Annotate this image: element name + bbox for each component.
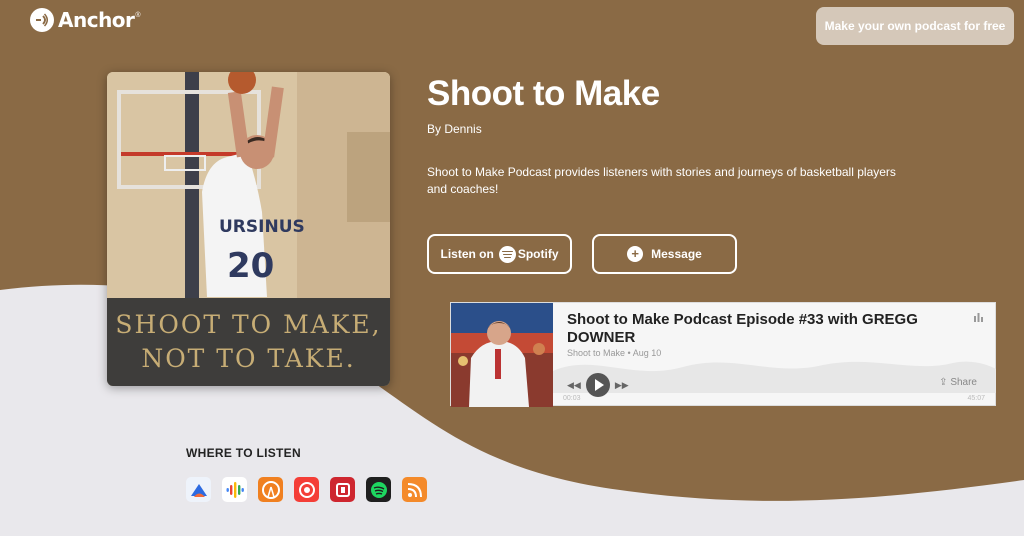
episode-player[interactable]: Shoot to Make Podcast Episode #33 with G… bbox=[450, 302, 996, 407]
anchor-logo-icon bbox=[30, 8, 54, 32]
spotify-icon[interactable] bbox=[366, 477, 391, 502]
listen-on-spotify-button[interactable]: Listen on Spotify bbox=[427, 234, 572, 274]
episode-title[interactable]: Shoot to Make Podcast Episode #33 with G… bbox=[567, 311, 967, 347]
make-podcast-button[interactable]: Make your own podcast for free bbox=[816, 7, 1014, 45]
share-label: Share bbox=[950, 377, 977, 388]
listen-on-label: Listen on bbox=[440, 247, 494, 261]
message-plus-icon: + bbox=[627, 246, 644, 262]
where-to-listen-heading: WHERE TO LISTEN bbox=[186, 446, 301, 460]
pocket-casts-icon[interactable] bbox=[294, 477, 319, 502]
podcast-title: Shoot to Make bbox=[427, 74, 660, 113]
cover-text-line-1: SHOOT TO MAKE, bbox=[115, 310, 382, 339]
audio-bars-icon bbox=[974, 313, 983, 322]
podcast-cover-art: URSINUS 20 SHOOT TO MAKE, NOT TO TAKE. bbox=[107, 72, 390, 386]
cover-banner: SHOOT TO MAKE, NOT TO TAKE. bbox=[107, 298, 390, 386]
overcast-icon[interactable] bbox=[258, 477, 283, 502]
play-button[interactable] bbox=[585, 373, 610, 397]
time-elapsed: 00:03 bbox=[563, 395, 581, 402]
podcast-description: Shoot to Make Podcast provides listeners… bbox=[427, 165, 896, 196]
message-button[interactable]: + Message bbox=[592, 234, 737, 274]
share-button[interactable]: ⇪ Share bbox=[939, 377, 977, 388]
share-icon: ⇪ bbox=[939, 377, 948, 388]
rewind-icon[interactable]: ◀◀ bbox=[567, 380, 581, 391]
jersey-text: URSINUS bbox=[219, 217, 305, 237]
anchor-logo-text: Anchor bbox=[58, 8, 135, 32]
playback-controls: ◀◀ ▶▶ bbox=[567, 373, 629, 397]
breaker-icon[interactable] bbox=[186, 477, 211, 502]
message-label: Message bbox=[651, 247, 702, 261]
jersey-number: 20 bbox=[227, 246, 274, 286]
google-podcasts-icon[interactable] bbox=[222, 477, 247, 502]
platform-list bbox=[186, 477, 438, 502]
fast-forward-icon[interactable]: ▶▶ bbox=[615, 380, 629, 391]
spotify-label: Spotify bbox=[517, 247, 559, 261]
rss-icon[interactable] bbox=[402, 477, 427, 502]
podcast-author: By Dennis bbox=[427, 122, 482, 136]
radiopublic-icon[interactable] bbox=[330, 477, 355, 502]
cover-text-line-2: NOT TO TAKE. bbox=[141, 344, 356, 373]
spotify-icon bbox=[498, 245, 516, 263]
anchor-logo[interactable]: Anchor ® bbox=[30, 8, 141, 32]
episode-thumbnail bbox=[451, 303, 553, 407]
cover-photo: URSINUS 20 bbox=[107, 72, 390, 298]
time-total: 45:07 bbox=[967, 395, 985, 402]
registered-mark: ® bbox=[135, 11, 141, 19]
